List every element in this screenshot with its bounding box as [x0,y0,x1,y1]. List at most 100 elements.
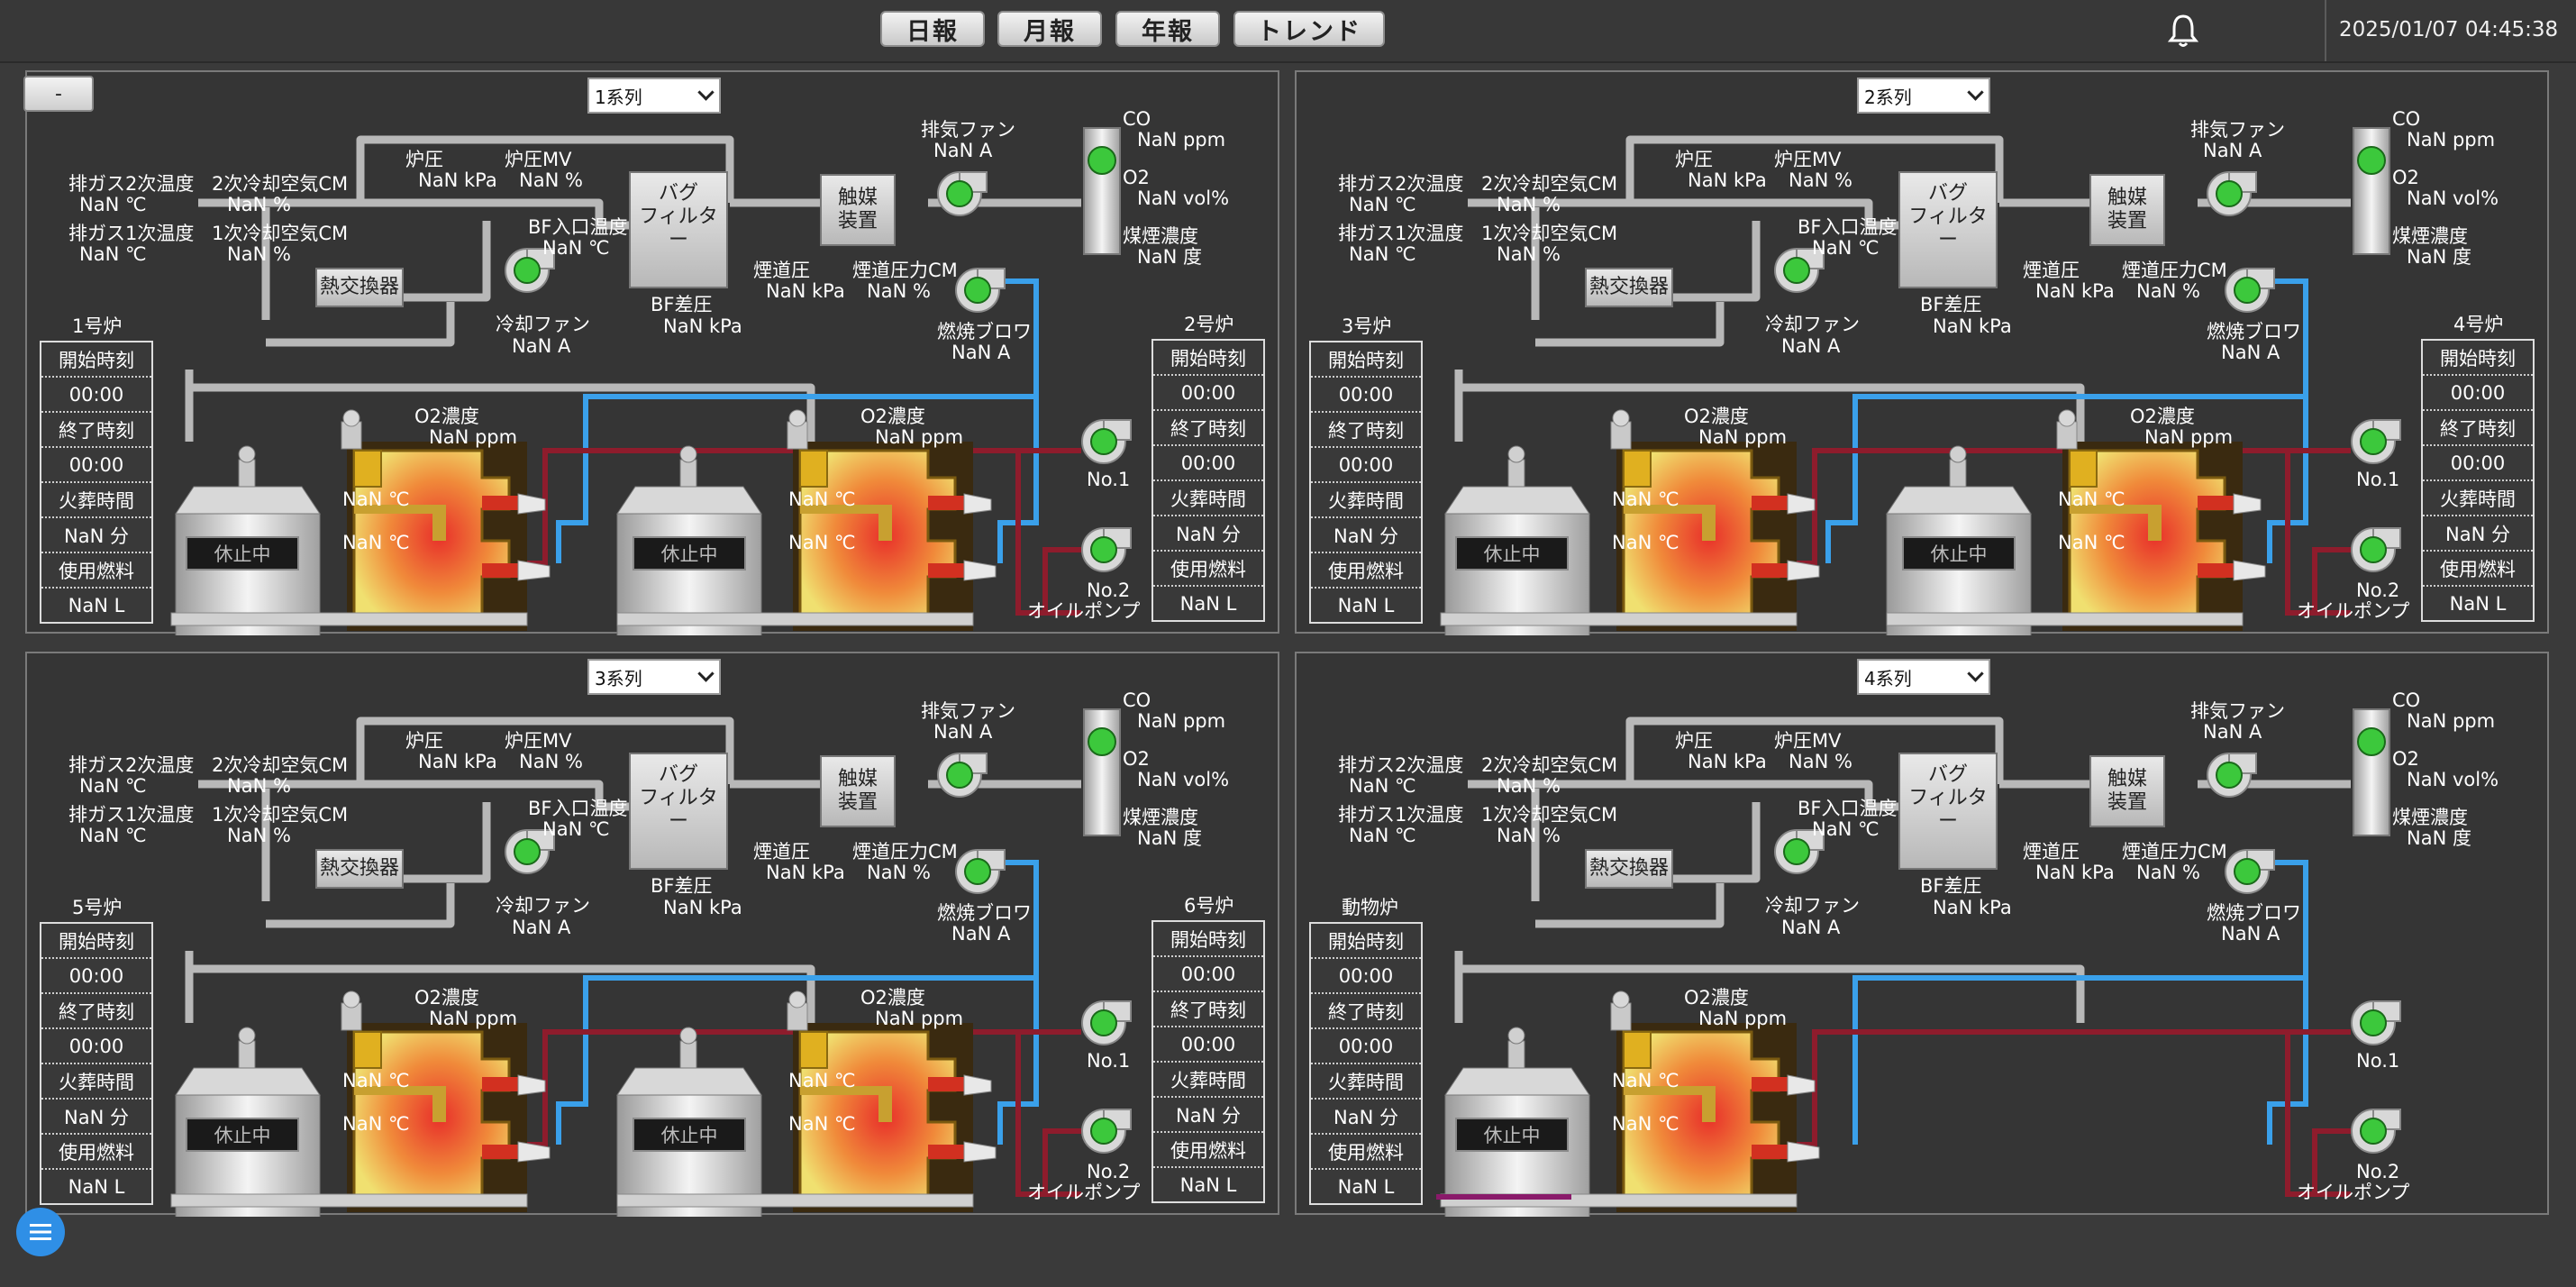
furnace-mv-label: 炉圧MV [1774,730,1842,752]
o2-label: O2 [2392,167,2419,188]
oil-pump-label: オイルポンプ [1027,600,1141,622]
o2-conc-left-label: O2濃度 [414,987,479,1009]
exhaust1-temp-label: 排ガス1次温度 [1338,804,1464,826]
oil-pump-label: オイルポンプ [2297,600,2410,622]
left-furnace-info-table: 開始時刻 00:00 終了時刻 00:00 火葬時間 NaN 分使用燃料 NaN L [40,341,153,624]
cool1-air-label: 1次冷却空気CM [1481,223,1618,244]
bag-filter-box[interactable]: バグ フィルター [629,753,728,870]
system-select-value: 4系列 [1864,667,1912,689]
cool2-air-label: 2次冷却空気CM [1481,754,1618,776]
right-furnace-temp2: NaN ℃ [788,532,856,553]
end-time-label: 終了時刻 [1311,413,1421,448]
no2-label: No.2 [1087,1161,1131,1182]
cooling-fan-value: NaN A [1781,335,1841,357]
combustion-blower-value: NaN A [951,923,1011,945]
system-select[interactable]: 1系列 [587,78,721,114]
fuel-value: NaN L [1337,1175,1395,1198]
flue-pressure-value: NaN kPa [2035,280,2115,302]
chevron-down-icon [1967,665,1984,682]
o2-conc-left-value: NaN ppm [1698,426,1788,448]
o2-conc-left-label: O2濃度 [1684,987,1749,1009]
start-time-value: 00:00 [41,378,151,413]
left-furnace-temp2: NaN ℃ [1612,1113,1679,1135]
oil-pump-label: オイルポンプ [2297,1182,2410,1203]
fuel-label: 使用燃料 [2423,552,2533,587]
cool1-air-label: 1次冷却空気CM [212,223,349,244]
cool2-air-value: NaN % [1497,194,1561,215]
bf-diff-pressure-value: NaN kPa [1933,897,2012,918]
burn-time-value: NaN 分 [1153,516,1263,552]
heat-exchanger-box[interactable]: 熱交換器 [315,268,404,307]
left-furnace-info-table: 開始時刻 00:00 終了時刻 00:00 火葬時間 NaN 分使用燃料 NaN L [1309,341,1423,624]
bag-filter-box[interactable]: バグ フィルター [1898,753,1998,870]
daily-report-button[interactable]: 日報 [880,11,985,47]
heat-exchanger-box[interactable]: 熱交換器 [1585,268,1673,307]
left-furnace-label: 5号炉 [72,897,123,918]
furnace-pressure-value: NaN kPa [418,169,497,191]
furnace-pressure-value: NaN kPa [1688,751,1767,772]
o2-label: O2 [2392,748,2419,770]
flue-pressure-label: 煙道圧 [753,260,810,281]
collapse-button[interactable]: - [23,76,94,112]
bag-filter-box[interactable]: バグ フィルター [1898,171,1998,288]
trend-button[interactable]: トレンド [1233,11,1385,47]
fuel-label: 使用燃料 [1153,552,1263,587]
start-time-label: 開始時刻 [1153,341,1263,376]
system-panel: 排ガス2次温度 NaN ℃ 排ガス1次温度 NaN ℃ 2次冷却空気CM NaN % 1次冷… [1295,652,2549,1217]
combustion-blower-value: NaN A [2221,923,2280,945]
catalyst-box[interactable]: 触媒 装置 [2089,755,2165,827]
co-value: NaN ppm [2407,129,2496,151]
fuel-label: 使用燃料 [1153,1133,1263,1168]
end-time-label: 終了時刻 [1311,994,1421,1029]
cool2-air-value: NaN % [227,194,291,215]
monthly-report-button[interactable]: 月報 [997,11,1102,47]
menu-fab-button[interactable] [16,1208,65,1256]
smoke-value: NaN 度 [1137,827,1202,849]
system-select[interactable]: 2系列 [1857,78,1990,114]
right-status-badge: 休止中 [633,536,746,570]
left-status-badge: 休止中 [1455,536,1569,570]
bf-diff-pressure-value: NaN kPa [663,315,742,337]
cool2-air-label: 2次冷却空気CM [212,754,349,776]
fuel-label: 使用燃料 [41,1135,151,1170]
co-value: NaN ppm [1137,710,1226,732]
system-select[interactable]: 4系列 [1857,659,1990,695]
fuel-value: NaN L [68,594,125,616]
smoke-label: 煤煙濃度 [1123,807,1198,828]
start-time-label: 開始時刻 [1311,924,1421,959]
catalyst-box[interactable]: 触媒 装置 [820,174,896,246]
exhaust1-temp-value: NaN ℃ [1349,825,1416,846]
bf-diff-pressure-label: BF差圧 [651,294,713,315]
catalyst-box[interactable]: 触媒 装置 [820,755,896,827]
cool2-air-value: NaN % [227,775,291,797]
bag-filter-box[interactable]: バグ フィルター [629,171,728,288]
exhaust-fan-value: NaN A [933,721,993,743]
heat-exchanger-box[interactable]: 熱交換器 [315,849,404,889]
combustion-blower-value: NaN A [2221,342,2280,363]
catalyst-box[interactable]: 触媒 装置 [2089,174,2165,246]
burn-time-label: 火葬時間 [41,483,151,518]
bf-inlet-temp-label: BF入口温度 [1798,216,1898,238]
o2-value: NaN vol% [1137,187,1230,209]
furnace-pressure-label: 炉圧 [1675,730,1713,752]
flue-pressure-label: 煙道圧 [753,841,810,863]
no2-label: No.2 [2356,580,2400,601]
cooling-fan-value: NaN A [512,917,571,938]
bell-icon[interactable] [2167,13,2199,49]
o2-label: O2 [1123,167,1150,188]
chevron-down-icon [1967,84,1984,101]
exhaust1-temp-value: NaN ℃ [79,825,147,846]
left-status-badge: 休止中 [186,536,299,570]
system-select[interactable]: 3系列 [587,659,721,695]
exhaust1-temp-value: NaN ℃ [1349,243,1416,265]
exhaust-fan-label: 排気ファン [921,119,1015,141]
burn-time-label: 火葬時間 [1311,483,1421,518]
yearly-report-button[interactable]: 年報 [1115,11,1220,47]
heat-exchanger-box[interactable]: 熱交換器 [1585,849,1673,889]
exhaust2-temp-value: NaN ℃ [79,775,147,797]
exhaust2-temp-value: NaN ℃ [1349,775,1416,797]
furnace-mv-value: NaN % [1789,169,1852,191]
start-time-value: 00:00 [1311,959,1421,994]
cool1-air-label: 1次冷却空気CM [1481,804,1618,826]
start-time-value: 00:00 [1153,376,1263,411]
